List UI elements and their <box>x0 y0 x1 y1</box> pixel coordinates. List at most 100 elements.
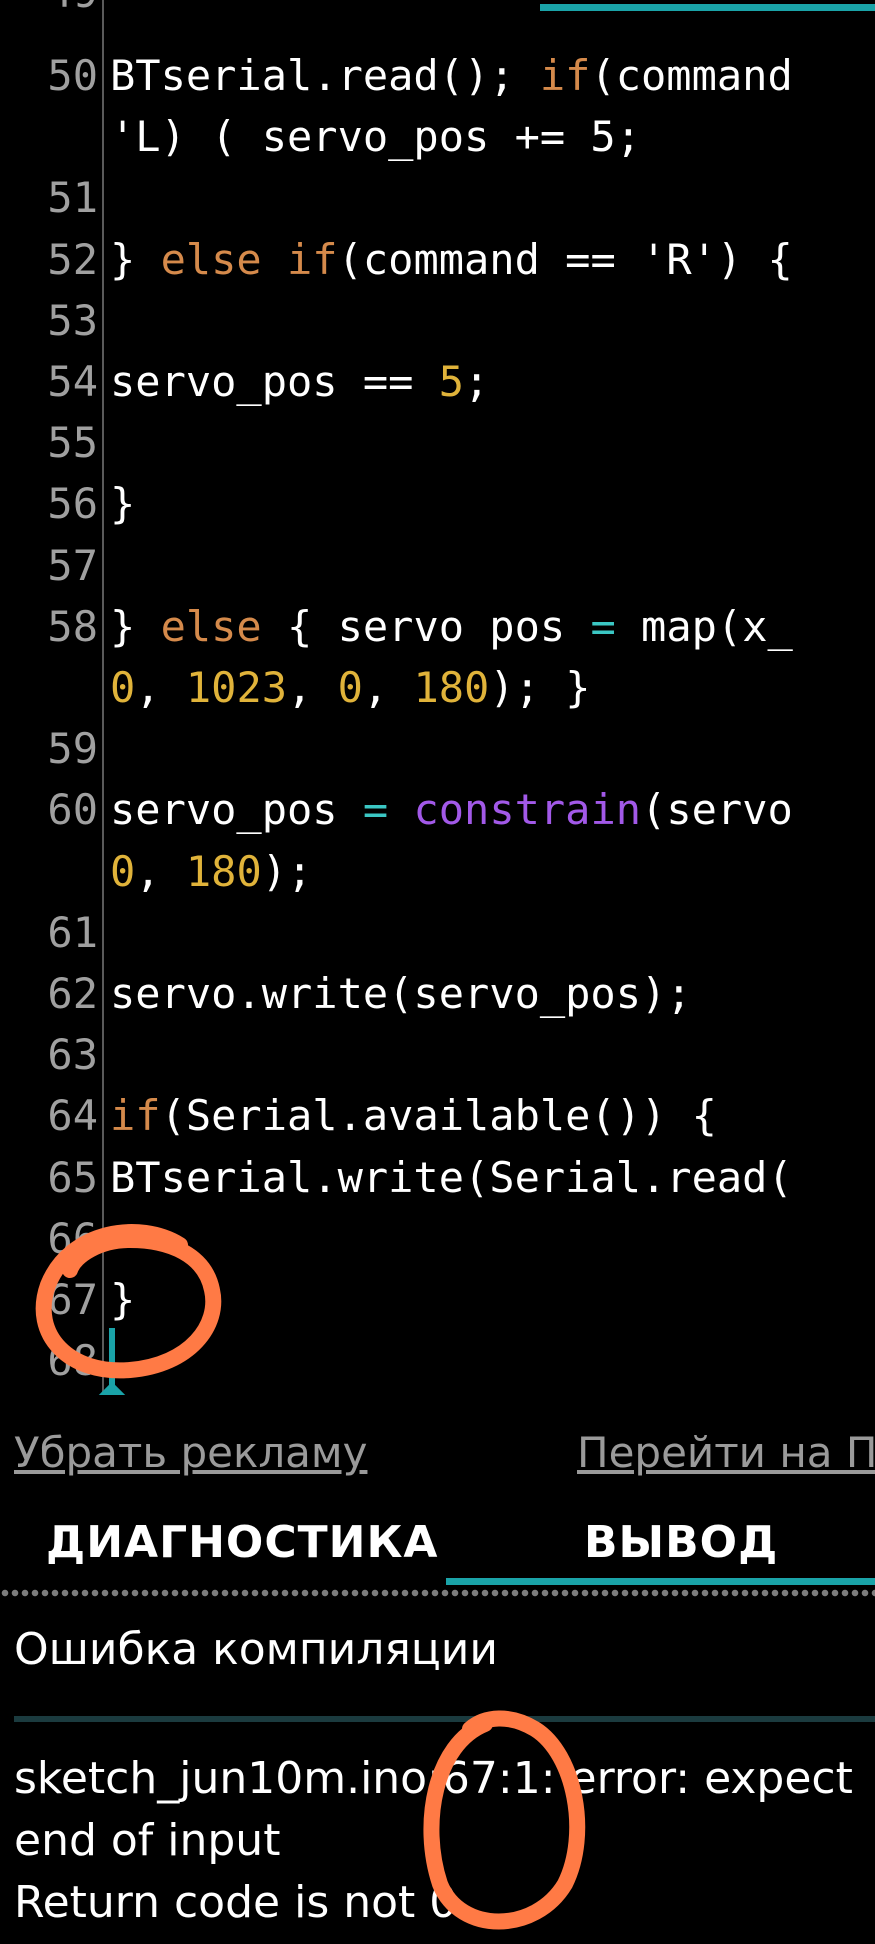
code-text[interactable]: 0, 1023, 0, 180); } <box>110 657 591 718</box>
code-line[interactable]: 50 BTserial.read(); if(command <box>0 45 875 106</box>
code-text[interactable]: servo_pos == 5; <box>110 351 489 412</box>
line-number: 54 <box>47 357 98 406</box>
compile-error-title: Ошибка компиляции <box>14 1624 498 1675</box>
code-line[interactable]: 49 <box>0 0 875 23</box>
code-token: (command == 'R') { <box>337 234 793 284</box>
code-token: } <box>110 601 161 651</box>
code-token: servo.write(servo_pos); <box>110 969 692 1018</box>
code-token: = <box>590 601 616 651</box>
line-number: 65 <box>47 1152 98 1202</box>
code-token: BTserial.write(Serial.read( <box>110 1152 793 1202</box>
remove-ads-link[interactable]: Убрать рекламу <box>14 1428 367 1477</box>
code-token: , <box>135 663 186 712</box>
code-token: 5 <box>438 357 465 406</box>
line-number: 55 <box>47 418 98 468</box>
code-text[interactable]: 'L) ( servo_pos += 5; <box>110 106 641 167</box>
code-token: servo_pos <box>110 785 363 835</box>
line-number: 61 <box>47 907 98 957</box>
error-message-line-2: end of input <box>14 1815 281 1866</box>
code-token: constrain <box>413 785 642 835</box>
code-token: } <box>110 479 136 529</box>
code-line[interactable]: 62 servo.write(servo_pos); <box>0 963 875 1024</box>
code-token: 'L) ( servo_pos += 5; <box>110 112 642 162</box>
code-token: ); } <box>489 663 591 712</box>
code-text[interactable]: } else { servo pos = map(x_ <box>110 596 793 657</box>
line-number: 53 <box>47 295 98 345</box>
go-to-link[interactable]: Перейти на П <box>577 1428 875 1477</box>
ad-bar: Убрать рекламу Перейти на П <box>0 1420 875 1490</box>
code-token: ; <box>464 357 490 406</box>
line-number: 59 <box>47 724 98 774</box>
code-line[interactable]: 60 servo_pos = constrain(servo <box>0 779 875 840</box>
code-token: else <box>160 601 262 651</box>
annotation-circle-error-position <box>423 1710 586 1930</box>
line-number: 52 <box>47 234 98 284</box>
code-line[interactable]: 57 <box>0 535 875 596</box>
tab-output[interactable]: ВЫВОД <box>584 1495 778 1581</box>
code-line[interactable]: 52} else if(command == 'R') { <box>0 229 875 290</box>
line-number: 56 <box>47 479 98 529</box>
active-tab-indicator <box>446 1578 875 1585</box>
code-line[interactable]: 61 <box>0 902 875 963</box>
annotation-circle-line-67 <box>35 1224 222 1379</box>
code-token: } <box>110 234 161 284</box>
code-token: 1023 <box>185 663 288 712</box>
code-line[interactable]: 64 if(Serial.available()) { <box>0 1085 875 1146</box>
code-text[interactable]: } else if(command == 'R') { <box>110 229 793 290</box>
code-token: if <box>110 1091 161 1141</box>
code-text[interactable]: } <box>110 473 135 534</box>
code-token: ); <box>261 846 313 896</box>
line-number: 57 <box>47 540 98 590</box>
code-line[interactable]: 55 <box>0 412 875 473</box>
line-number: 58 <box>47 601 98 651</box>
code-token: , <box>362 663 414 712</box>
code-token: if <box>539 51 591 100</box>
code-line[interactable]: 56} <box>0 473 875 534</box>
code-token: 180 <box>413 663 490 712</box>
code-line[interactable]: 0, 1023, 0, 180); } <box>0 657 875 718</box>
line-number: 51 <box>47 173 98 223</box>
line-number: 62 <box>47 969 98 1018</box>
code-text[interactable]: 0, 180); <box>110 841 312 902</box>
code-text[interactable]: servo_pos = constrain(servo <box>110 779 793 840</box>
code-token: map(x_ <box>615 601 793 651</box>
code-token: else if <box>160 234 338 284</box>
code-line[interactable]: 63 <box>0 1024 875 1085</box>
tab-diagnostics[interactable]: ДИАГНОСТИКА <box>46 1495 438 1581</box>
panel-resize-handle[interactable] <box>0 1588 875 1606</box>
code-line[interactable]: 53 <box>0 290 875 351</box>
line-number: 49 <box>0 0 98 23</box>
code-token: , <box>287 663 338 712</box>
code-token: { servo pos <box>261 601 591 651</box>
code-token: servo_pos == <box>110 357 439 406</box>
line-number: 64 <box>47 1091 98 1141</box>
code-text[interactable]: BTserial.read(); if(command <box>110 45 793 106</box>
code-line[interactable]: 59 <box>0 718 875 779</box>
output-panel: Ошибка компиляции sketch_jun10m.ino:67:1… <box>0 1606 875 1944</box>
code-token: , <box>135 846 186 896</box>
code-token: 0 <box>110 663 136 712</box>
code-line[interactable]: 0, 180); <box>0 841 875 902</box>
code-text[interactable]: servo.write(servo_pos); <box>110 963 692 1024</box>
code-token: 0 <box>110 846 136 896</box>
code-line[interactable]: 54 servo_pos == 5; <box>0 351 875 412</box>
code-token: (command <box>590 51 793 100</box>
line-number: 63 <box>47 1030 98 1080</box>
code-token: 180 <box>185 846 262 896</box>
code-editor[interactable]: 4950BTserial.read(); if(command'L) ( ser… <box>0 0 875 1395</box>
code-line[interactable]: 51 <box>0 167 875 228</box>
code-text[interactable]: BTserial.write(Serial.read( <box>110 1147 793 1208</box>
return-code-line: Return code is not 0 <box>14 1877 458 1928</box>
code-line[interactable]: 65 BTserial.write(Serial.read( <box>0 1147 875 1208</box>
code-line[interactable]: 'L) ( servo_pos += 5; <box>0 106 875 167</box>
code-token: (servo <box>641 785 793 835</box>
code-text[interactable]: if(Serial.available()) { <box>110 1085 717 1146</box>
code-line[interactable]: 58} else { servo pos = map(x_ <box>0 596 875 657</box>
line-number: 60 <box>47 785 98 835</box>
code-token: 0 <box>337 663 363 712</box>
code-token: BTserial.read(); <box>110 51 540 100</box>
panel-tabs: ДИАГНОСТИКА ВЫВОД <box>0 1495 875 1585</box>
line-number: 50 <box>47 51 98 100</box>
code-token: (Serial.available()) { <box>160 1091 717 1141</box>
